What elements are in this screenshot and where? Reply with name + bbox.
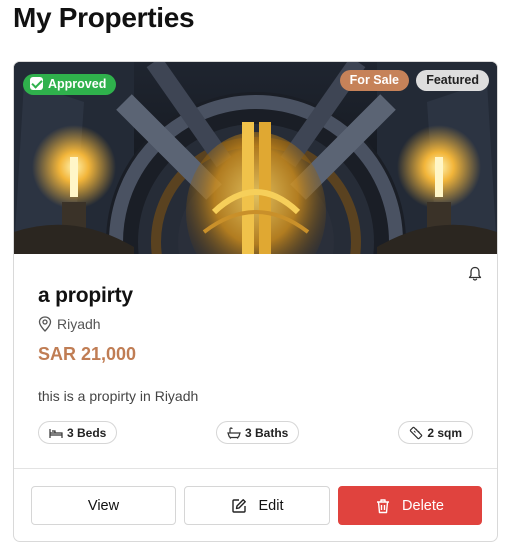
map-pin-icon [38,316,52,332]
check-icon [30,77,43,90]
area-chip: 2 sqm [398,421,473,444]
beds-chip: 3 Beds [38,421,118,444]
bell-icon[interactable] [468,266,482,282]
bath-icon [227,426,241,439]
ruler-icon [410,426,423,439]
for-sale-badge: For Sale [339,70,409,91]
property-image[interactable]: Approved For Sale Featured [14,62,497,254]
property-location: Riyadh [38,316,101,332]
approved-badge: Approved [23,74,117,95]
location-text: Riyadh [57,316,101,332]
view-button[interactable]: View [31,486,176,525]
bed-icon [49,428,63,438]
page-title: My Properties [13,2,195,33]
property-card: Approved For Sale Featured a propirty Ri… [13,61,498,542]
edit-button[interactable]: Edit [184,486,330,525]
card-divider [14,468,497,469]
edit-icon [231,498,246,513]
property-price: SAR 21,000 [38,344,137,364]
property-description: this is a propirty in Riyadh [38,388,199,404]
delete-button[interactable]: Delete [338,486,482,525]
property-title[interactable]: a propirty [38,284,133,308]
featured-badge: Featured [416,70,489,91]
baths-chip: 3 Baths [216,421,300,444]
trash-icon [377,498,390,513]
